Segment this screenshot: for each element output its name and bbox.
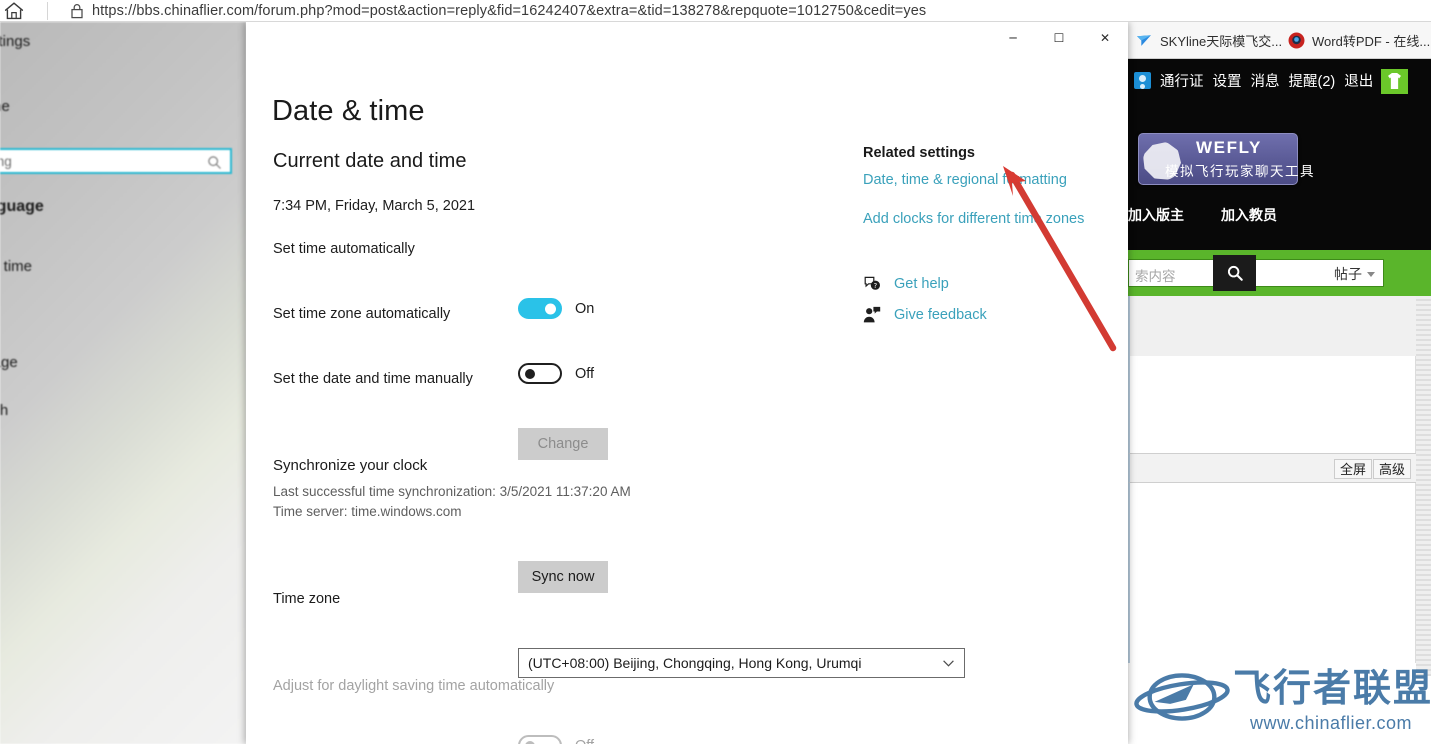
sidebar-search-placeholder: setting — [0, 154, 12, 169]
browser-tab-1-title: SKYline天际模飞交... — [1160, 31, 1282, 50]
sidebar-item-speech[interactable]: ech — [0, 402, 8, 419]
forum-link-join-instructor[interactable]: 加入教员 — [1221, 205, 1277, 225]
wordtopdf-favicon — [1288, 32, 1305, 49]
forum-search-scope-dropdown[interactable]: 帖子 — [1334, 264, 1375, 284]
forum-search-button[interactable] — [1213, 255, 1256, 291]
forum-content-block-upper — [1128, 296, 1431, 356]
toolbar-divider — [47, 2, 48, 20]
browser-tab-1[interactable]: SKYline天际模飞交... — [1136, 22, 1282, 59]
forum-search-placeholder: 索内容 — [1135, 265, 1176, 285]
forum-link-join-moderator[interactable]: 加入版主 — [1128, 205, 1184, 225]
medal-badge-icon[interactable] — [1381, 69, 1408, 94]
watermark-name: 飞行者联盟 — [1233, 666, 1431, 710]
forum-search-bar: 索内容 帖子 — [1128, 250, 1431, 296]
sidebar-item-date-time[interactable]: e & time — [0, 258, 32, 275]
get-help-label: Get help — [894, 276, 949, 292]
svg-text:?: ? — [874, 282, 878, 290]
forum-nav-item-messages[interactable]: 消息 — [1251, 70, 1280, 91]
related-link-date-time-regional-formatting[interactable]: Date, time & regional formatting — [863, 172, 1067, 188]
section-heading-current-datetime: Current date and time — [273, 150, 466, 173]
sidebar-search-input[interactable]: setting — [0, 148, 232, 174]
change-button: Change — [518, 428, 608, 460]
current-datetime-value: 7:34 PM, Friday, March 5, 2021 — [273, 198, 475, 214]
chinaflier-watermark: 飞行者联盟 www.chinaflier.com — [1128, 660, 1431, 744]
sidebar-heading-time-language: anguage — [0, 198, 44, 216]
chevron-down-icon — [943, 660, 954, 667]
url-text[interactable]: https://bbs.chinaflier.com/forum.php?mod… — [92, 0, 926, 22]
wefly-banner-subtitle: 模拟飞行玩家聊天工具 — [1165, 160, 1315, 180]
search-icon — [207, 155, 222, 170]
forum-sublinks: 加入版主 加入教员 — [1128, 205, 1431, 227]
give-feedback-label: Give feedback — [894, 307, 987, 323]
forum-search-input[interactable]: 索内容 帖子 — [1128, 259, 1384, 287]
give-feedback-row[interactable]: Give feedback — [863, 306, 987, 324]
set-timezone-automatically-state: Off — [575, 366, 594, 382]
related-settings-heading: Related settings — [863, 145, 975, 161]
timezone-selected-value: (UTC+08:00) Beijing, Chongqing, Hong Kon… — [528, 655, 861, 671]
forum-search-scope-label: 帖子 — [1334, 264, 1362, 284]
window-close-button[interactable]: ✕ — [1082, 22, 1128, 54]
timezone-label: Time zone — [273, 591, 340, 607]
close-icon: ✕ — [1100, 32, 1110, 44]
set-timezone-automatically-toggle[interactable] — [518, 363, 562, 384]
set-time-automatically-toggle[interactable] — [518, 298, 562, 319]
window-maximize-button[interactable]: ☐ — [1036, 22, 1082, 54]
minimize-icon: ─ — [1009, 32, 1016, 44]
browser-address-bar: https://bbs.chinaflier.com/forum.php?mod… — [0, 0, 1431, 22]
set-timezone-automatically-label: Set time zone automatically — [273, 306, 450, 322]
wefly-banner[interactable]: WEFLY 模拟飞行玩家聊天工具 — [1138, 133, 1298, 185]
forum-content-block-lower — [1128, 356, 1416, 453]
related-link-add-clocks[interactable]: Add clocks for different time zones — [863, 211, 1084, 227]
settings-content: Date & time Current date and time 7:34 P… — [246, 54, 1128, 744]
forum-right-scroll-strip — [1416, 296, 1431, 676]
set-time-automatically-state: On — [575, 301, 594, 317]
time-server-text: Time server: time.windows.com — [273, 504, 462, 519]
editor-advanced-button[interactable]: 高级 — [1373, 459, 1411, 479]
sidebar-item-language[interactable]: guage — [0, 354, 18, 371]
page-title: Date & time — [272, 95, 425, 128]
browser-tab-2[interactable]: Word转PDF - 在线... — [1288, 22, 1430, 59]
maximize-icon: ☐ — [1054, 32, 1065, 44]
watermark-url: www.chinaflier.com — [1250, 713, 1412, 734]
sync-now-button[interactable]: Sync now — [518, 561, 608, 593]
user-avatar-icon — [1134, 72, 1151, 89]
settings-window: ─ ☐ ✕ Date & time Current date and time … — [246, 22, 1128, 744]
chevron-down-icon — [1367, 272, 1375, 277]
section-heading-synchronize: Synchronize your clock — [273, 457, 427, 474]
set-time-automatically-label: Set time automatically — [273, 241, 415, 257]
window-minimize-button[interactable]: ─ — [990, 22, 1036, 54]
home-icon[interactable] — [3, 1, 25, 21]
skyline-favicon — [1136, 32, 1153, 49]
search-icon — [1226, 264, 1244, 282]
forum-editor-toolbar: 全屏 高级 — [1128, 453, 1416, 483]
dst-label: Adjust for daylight saving time automati… — [273, 678, 554, 694]
forum-nav-item-settings[interactable]: 设置 — [1213, 70, 1242, 91]
timezone-select[interactable]: (UTC+08:00) Beijing, Chongqing, Hong Kon… — [518, 648, 965, 678]
give-feedback-icon — [863, 306, 881, 324]
dst-state: Off — [575, 738, 594, 744]
wefly-banner-title: WEFLY — [1196, 138, 1262, 158]
forum-top-nav: 通行证 设置 消息 提醒(2) 退出 — [1128, 59, 1431, 105]
forum-nav-item-passport[interactable]: 通行证 — [1160, 70, 1204, 91]
forum-nav-item-notifications[interactable]: 提醒(2) — [1289, 70, 1336, 91]
forum-nav-item-logout[interactable]: 退出 — [1344, 70, 1373, 91]
window-titlebar: ─ ☐ ✕ — [246, 22, 1128, 54]
set-datetime-manually-label: Set the date and time manually — [273, 371, 473, 387]
get-help-icon: ? — [863, 275, 881, 293]
browser-tab-2-title: Word转PDF - 在线... — [1312, 31, 1430, 50]
last-sync-text: Last successful time synchronization: 3/… — [273, 484, 631, 499]
settings-sidebar-blurred: ettings me setting anguage e & time ion … — [0, 22, 246, 744]
lock-icon[interactable] — [70, 3, 84, 19]
editor-fullscreen-button[interactable]: 全屏 — [1334, 459, 1372, 479]
sidebar-item-home[interactable]: me — [0, 98, 10, 115]
browser-tabstrip: SKYline天际模飞交... Word转PDF - 在线... — [1128, 22, 1431, 59]
screenshot-root: SKYline天际模飞交... Word转PDF - 在线... 通行证 设置 … — [0, 0, 1431, 744]
settings-app-title: ettings — [0, 33, 30, 50]
get-help-row[interactable]: ? Get help — [863, 275, 949, 293]
forum-editor-textarea[interactable] — [1128, 483, 1416, 663]
chinaflier-logo-icon — [1133, 664, 1231, 726]
